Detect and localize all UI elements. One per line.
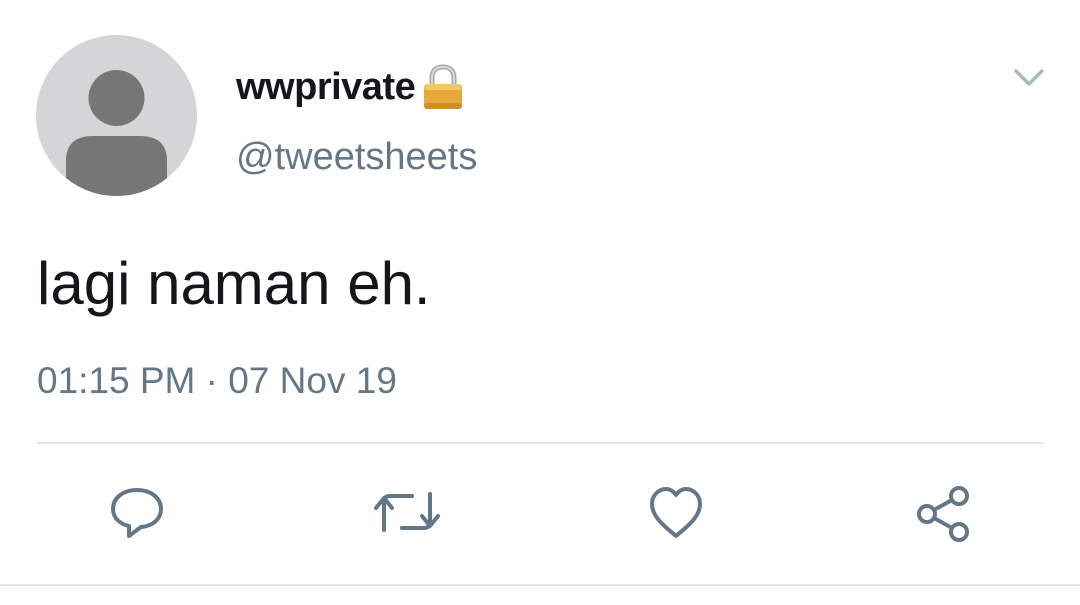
share-icon: [917, 486, 969, 542]
bottom-divider: [0, 584, 1080, 586]
display-name[interactable]: wwprivate: [236, 66, 416, 109]
display-name-row: wwprivate: [236, 62, 465, 112]
default-avatar-icon: [66, 70, 167, 196]
tweet-timestamp: 01:15 PM · 07 Nov 19: [37, 360, 397, 401]
divider: [37, 442, 1044, 444]
lock-icon: [421, 63, 465, 111]
retweet-icon: [374, 492, 440, 532]
tweet-text: lagi naman eh.: [37, 250, 431, 317]
heart-icon: [650, 487, 702, 538]
reply-icon: [111, 488, 163, 538]
tweet-card: wwprivate @tweetsheets lagi naman eh. 01…: [0, 0, 1080, 605]
avatar[interactable]: [36, 35, 197, 196]
share-button[interactable]: [914, 482, 974, 542]
user-handle[interactable]: @tweetsheets: [236, 136, 477, 179]
action-bar: [0, 480, 1080, 550]
like-button[interactable]: [646, 482, 706, 542]
reply-button[interactable]: [107, 482, 167, 542]
retweet-button[interactable]: [372, 482, 440, 542]
chevron-down-icon[interactable]: [1012, 62, 1046, 92]
